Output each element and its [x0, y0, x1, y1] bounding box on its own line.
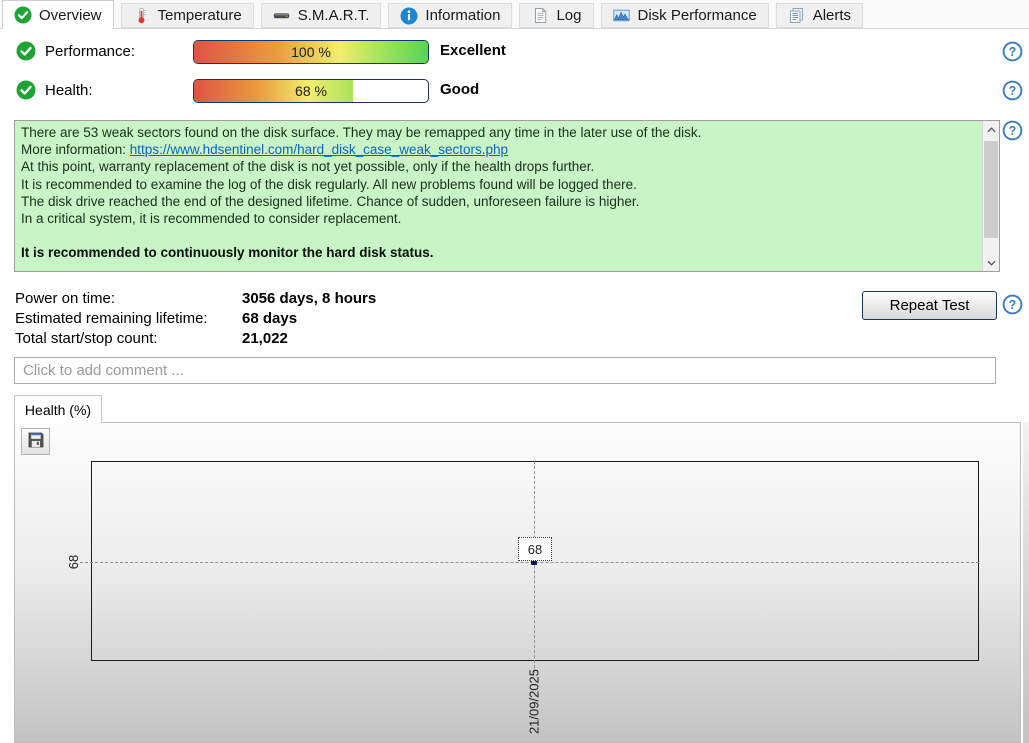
health-meter: 68 %: [193, 79, 429, 103]
scroll-up-icon[interactable]: [983, 121, 999, 138]
health-row: Health: 68 % Good: [0, 79, 1029, 103]
tab-log[interactable]: Log: [519, 3, 594, 28]
tab-temperature[interactable]: Temperature: [120, 3, 254, 28]
status-message-text: There are 53 weak sectors found on the d…: [15, 121, 982, 271]
health-help-icon[interactable]: ?: [1002, 80, 1023, 101]
start-stop-count-label: Total start/stop count:: [15, 330, 158, 347]
svg-text:?: ?: [1009, 84, 1017, 98]
status-message-box: There are 53 weak sectors found on the d…: [14, 120, 1000, 272]
alerts-pages-icon: [788, 7, 806, 25]
message-line: It is recommended to examine the log of …: [21, 176, 637, 192]
start-stop-count-value: 21,022: [242, 330, 288, 347]
tab-label: Disk Performance: [637, 7, 757, 24]
chart-point-label: 68: [518, 537, 552, 561]
chart-y-axis-tick: 68: [65, 554, 81, 570]
remaining-lifetime-value: 68 days: [242, 310, 298, 327]
thermometer-icon: [133, 7, 151, 25]
status-ok-icon: [16, 41, 36, 61]
save-chart-button[interactable]: [21, 428, 50, 455]
message-line: More information: https://www.hdsentinel…: [21, 141, 976, 158]
weak-sectors-link[interactable]: https://www.hdsentinel.com/hard_disk_cas…: [130, 142, 508, 157]
tab-label: Log: [556, 7, 582, 24]
message-line: At this point, warranty replacement of t…: [21, 159, 595, 175]
remaining-lifetime-label: Estimated remaining lifetime:: [15, 310, 208, 327]
comment-input[interactable]: [14, 357, 996, 384]
svg-text:?: ?: [1009, 45, 1017, 59]
power-on-time-value: 3056 days, 8 hours: [242, 290, 377, 307]
message-line: There are 53 weak sectors found on the d…: [21, 125, 702, 140]
performance-row: Performance: 100 % Excellent: [0, 40, 1029, 64]
info-icon: [400, 7, 418, 25]
main-tabbar: Overview Temperature S.M.A.R.T. Informat…: [0, 0, 1029, 29]
chart-x-axis-tick: 21/09/2025: [526, 668, 542, 735]
hd-sentinel-overview-panel: Overview Temperature S.M.A.R.T. Informat…: [0, 0, 1029, 743]
performance-rating: Excellent: [440, 42, 506, 59]
floppy-save-icon: [27, 431, 45, 453]
tab-label: Alerts: [812, 7, 852, 24]
tab-health-chart[interactable]: Health (%): [14, 395, 102, 423]
tab-label: Temperature: [157, 7, 242, 24]
tab-overview[interactable]: Overview: [2, 0, 114, 29]
message-bold-line: It is recommended to continuously monito…: [21, 245, 434, 261]
health-meter-value: 68 %: [295, 83, 327, 99]
tab-label: S.M.A.R.T.: [297, 7, 370, 24]
message-scrollbar[interactable]: [982, 121, 999, 271]
more-info-prefix: More information:: [21, 142, 130, 158]
disk-drive-icon: [273, 7, 291, 25]
power-on-time-label: Power on time:: [15, 290, 116, 307]
scroll-down-icon[interactable]: [983, 254, 999, 271]
health-rating: Good: [440, 81, 480, 98]
scrollbar-thumb[interactable]: [984, 141, 998, 238]
message-line: The disk drive reached the end of the de…: [21, 193, 640, 209]
status-ok-icon: [16, 80, 36, 100]
performance-meter: 100 %: [193, 40, 429, 64]
log-document-icon: [531, 7, 549, 25]
repeat-test-help-icon[interactable]: ?: [1002, 294, 1023, 315]
performance-meter-value: 100 %: [291, 44, 331, 60]
chart-horizontal-gridline: [80, 562, 979, 563]
message-line: In a critical system, it is recommended …: [21, 211, 402, 227]
health-label: Health:: [45, 82, 93, 99]
chart-vertical-gridline: [534, 461, 535, 673]
tab-label: Overview: [39, 6, 102, 24]
panel-right-edge: [1023, 422, 1029, 743]
health-chart-panel: 68 68 21/09/2025: [14, 422, 1021, 743]
check-circle-icon: [14, 6, 32, 24]
tab-smart[interactable]: S.M.A.R.T.: [260, 3, 382, 28]
repeat-test-button[interactable]: Repeat Test: [862, 291, 997, 320]
tab-disk-performance[interactable]: Disk Performance: [600, 3, 769, 28]
message-help-icon[interactable]: ?: [1002, 120, 1023, 141]
svg-text:?: ?: [1009, 124, 1017, 138]
tab-information[interactable]: Information: [388, 3, 513, 28]
tab-alerts[interactable]: Alerts: [775, 3, 864, 28]
tab-label: Information: [425, 7, 501, 24]
performance-help-icon[interactable]: ?: [1002, 41, 1023, 62]
svg-text:?: ?: [1009, 298, 1017, 312]
performance-chart-icon: [613, 7, 631, 25]
performance-label: Performance:: [45, 43, 136, 60]
